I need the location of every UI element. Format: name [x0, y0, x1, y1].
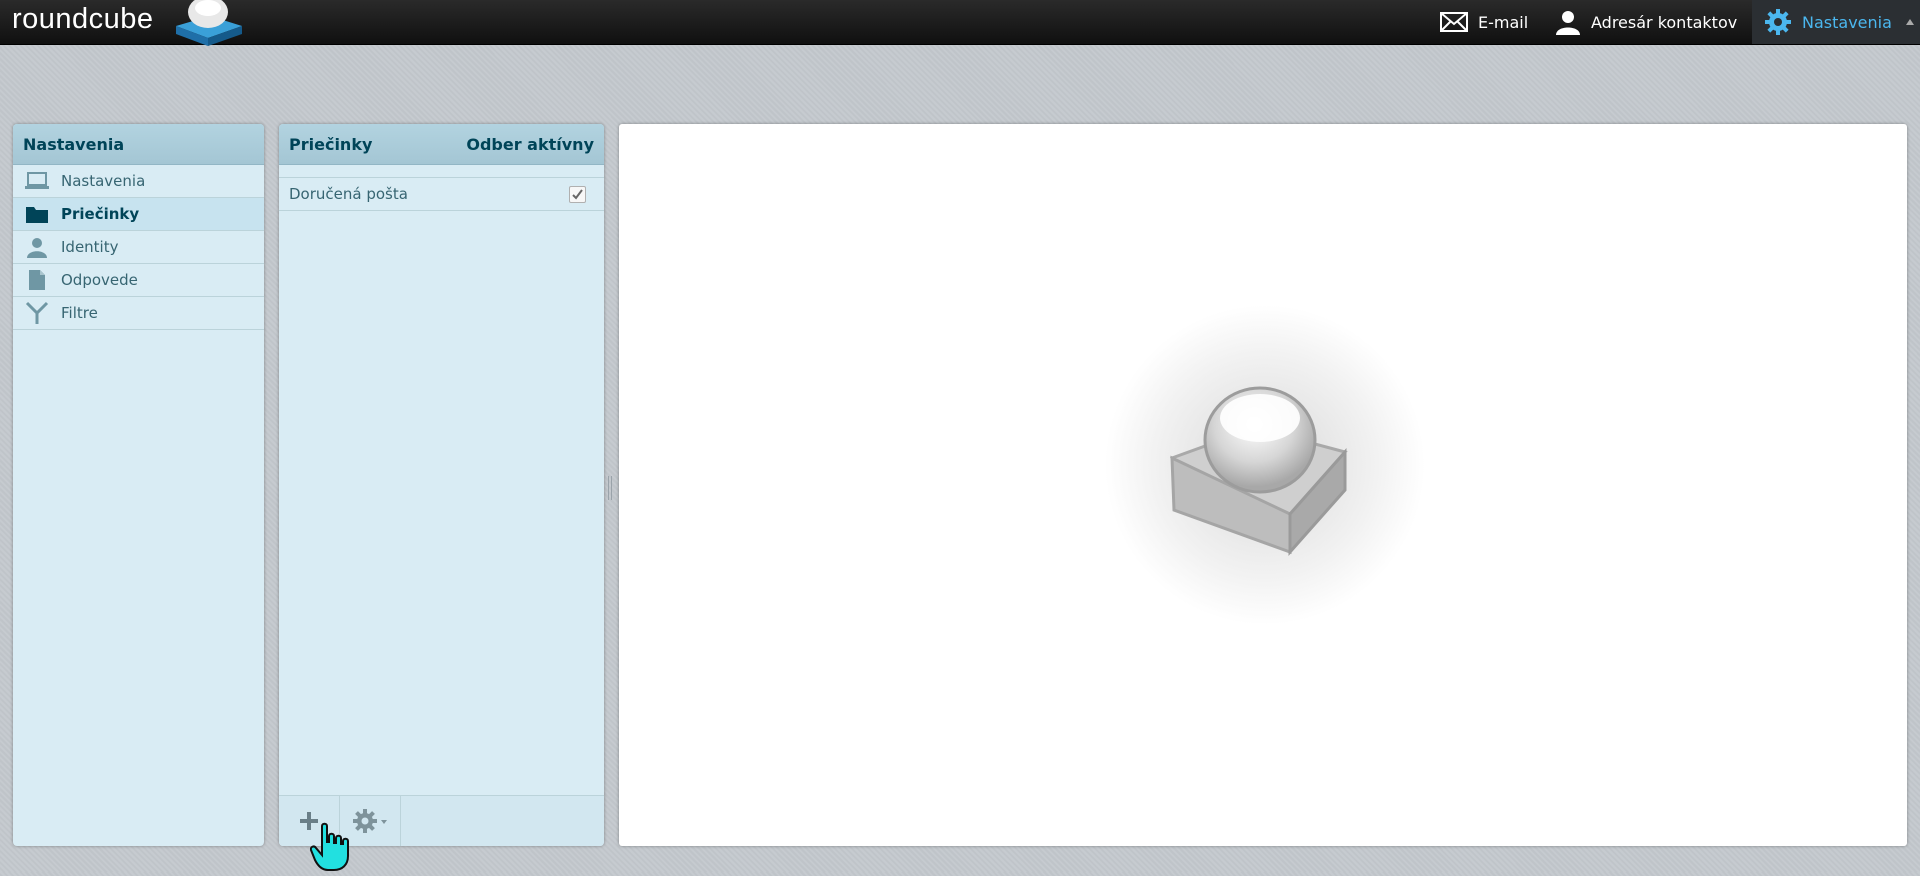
settings-item-responses[interactable]: Odpovede — [13, 264, 264, 297]
nav-settings-label: Nastavenia — [1802, 12, 1892, 32]
folders-panel: Priečinky Odber aktívny Doručená pošta — [279, 124, 604, 846]
settings-item-label: Priečinky — [61, 205, 140, 223]
folders-panel-title: Priečinky — [289, 134, 373, 154]
folder-icon — [13, 204, 61, 224]
hand-cursor-icon — [309, 822, 350, 876]
nav-contacts[interactable]: Adresár kontaktov — [1555, 0, 1737, 44]
checkmark-icon — [572, 188, 583, 200]
filter-icon — [13, 301, 61, 325]
document-icon — [13, 269, 61, 291]
subscription-column-header: Odber aktívny — [466, 134, 594, 154]
settings-item-filters[interactable]: Filtre — [13, 297, 264, 330]
settings-item-identities[interactable]: Identity — [13, 231, 264, 264]
divider — [279, 165, 604, 178]
settings-item-preferences[interactable]: Nastavenia — [13, 165, 264, 198]
envelope-icon — [1440, 12, 1468, 32]
nav-email[interactable]: E-mail — [1440, 0, 1528, 44]
laptop-icon — [13, 171, 61, 191]
settings-item-label: Odpovede — [61, 271, 138, 289]
settings-nav-panel: Nastavenia Nastavenia Priečinky Identity… — [13, 124, 264, 846]
nav-contacts-label: Adresár kontaktov — [1591, 12, 1738, 32]
settings-item-label: Nastavenia — [61, 172, 146, 190]
roundcube-watermark-logo — [1100, 300, 1430, 634]
gear-icon — [1765, 9, 1791, 35]
person-icon — [13, 236, 61, 258]
nav-email-label: E-mail — [1478, 12, 1529, 32]
brand-name: roundcube — [12, 3, 154, 35]
gear-dropdown-icon — [353, 809, 387, 833]
caret-up-icon — [1906, 19, 1914, 25]
settings-item-label: Identity — [61, 238, 119, 256]
person-icon — [1556, 11, 1580, 35]
roundcube-box-icon — [176, 0, 242, 46]
settings-nav-list: Nastavenia Priečinky Identity Odpovede F… — [13, 165, 264, 330]
top-bar: roundcube E-mail Adresár kontaktov Nasta… — [0, 0, 1920, 46]
settings-item-label: Filtre — [61, 304, 98, 322]
collapse-header-button[interactable] — [1900, 0, 1920, 44]
folder-row-inbox[interactable]: Doručená pošta — [279, 178, 604, 211]
settings-item-folders[interactable]: Priečinky — [13, 198, 264, 231]
panel-splitter[interactable] — [608, 476, 614, 500]
settings-panel-title: Nastavenia — [13, 124, 264, 165]
folders-panel-header: Priečinky Odber aktívny — [279, 124, 604, 165]
folder-name: Doručená pošta — [289, 185, 408, 203]
nav-settings[interactable]: Nastavenia — [1752, 0, 1920, 44]
subscribe-checkbox[interactable] — [569, 185, 586, 203]
